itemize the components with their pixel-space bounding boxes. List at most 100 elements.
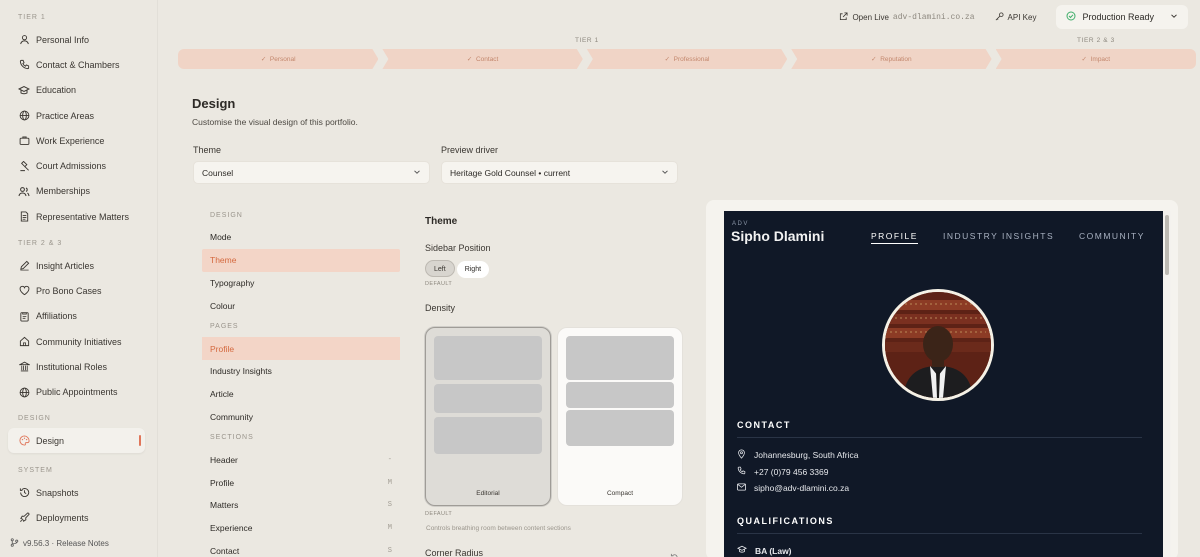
- gavel-icon: [18, 160, 30, 172]
- check-circle-icon: [1066, 11, 1076, 23]
- menu-item-contact[interactable]: Contact S: [202, 540, 400, 557]
- preview-nav-profile[interactable]: PROFILE: [871, 231, 918, 244]
- menu-item-profile-page[interactable]: Profile: [202, 337, 400, 360]
- preview-nav-community[interactable]: COMMUNITY: [1079, 231, 1145, 241]
- profile-photo: [882, 289, 994, 401]
- sidebar-item-practice-areas[interactable]: Practice Areas: [0, 103, 157, 128]
- default-badge: DEFAULT: [425, 511, 453, 517]
- contact-phone: +27 (0)79 456 3369: [737, 466, 828, 477]
- menu-item-label: Profile: [210, 343, 235, 354]
- sidebar-item-label: Community Initiatives: [36, 336, 122, 347]
- sidebar-item-label: Contact & Chambers: [36, 59, 120, 70]
- sidebar-item-representative-matters[interactable]: Representative Matters: [0, 204, 157, 229]
- sidebar-section-design: DESIGN: [18, 415, 51, 422]
- step-contact[interactable]: ✓ Contact: [382, 49, 582, 69]
- api-key-button[interactable]: API Key: [995, 11, 1036, 23]
- density-compact-card[interactable]: Compact: [557, 327, 683, 506]
- sidebar-item-community-initiatives[interactable]: Community Initiatives: [0, 329, 157, 354]
- sidebar-item-court-admissions[interactable]: Court Admissions: [0, 153, 157, 178]
- sidebar-item-work-experience[interactable]: Work Experience: [0, 128, 157, 153]
- preview-nav-insights[interactable]: INDUSTRY INSIGHTS: [943, 231, 1054, 241]
- clipboard-icon: [18, 310, 30, 322]
- phone-icon: [737, 466, 746, 477]
- menu-heading-design: DESIGN: [210, 212, 243, 219]
- sidebar-item-affiliations[interactable]: Affiliations: [0, 304, 157, 329]
- preview-name: Sipho Dlamini: [731, 228, 825, 244]
- sidebar-item-label: Affiliations: [36, 311, 77, 322]
- menu-item-label: Community: [210, 411, 253, 422]
- menu-item-header[interactable]: Header -: [202, 448, 400, 471]
- open-live-link[interactable]: Open Live adv-dlamini.co.za: [839, 11, 975, 23]
- git-branch-icon: [10, 538, 19, 549]
- sidebar-item-deployments[interactable]: Deployments: [0, 505, 157, 530]
- sidebar-item-snapshots[interactable]: Snapshots: [0, 480, 157, 505]
- step-reputation[interactable]: ✓ Reputation: [791, 49, 991, 69]
- menu-item-label: Typography: [210, 277, 255, 288]
- menu-item-label: Contact: [210, 545, 240, 556]
- menu-item-article[interactable]: Article: [202, 383, 400, 406]
- preview-driver-label: Preview driver: [441, 145, 499, 155]
- qualification-text: BA (Law): [755, 545, 792, 556]
- sidebar-item-label: Insight Articles: [36, 260, 95, 271]
- theme-value: Counsel: [202, 167, 234, 178]
- production-status-dropdown[interactable]: Production Ready: [1056, 5, 1188, 29]
- sidebar-item-label: Education: [36, 85, 77, 96]
- sidebar-section-tier23: TIER 2 & 3: [18, 240, 63, 247]
- briefcase-icon: [18, 135, 30, 147]
- sidebar-item-label: Institutional Roles: [36, 361, 108, 372]
- sidebar-item-public-appointments[interactable]: Public Appointments: [0, 379, 157, 404]
- sidebar-item-label: Deployments: [36, 512, 89, 523]
- step-personal[interactable]: ✓ Personal: [178, 49, 378, 69]
- preview-driver-select[interactable]: Heritage Gold Counsel • current: [441, 161, 678, 184]
- step-impact[interactable]: ✓ Impact: [995, 49, 1197, 69]
- sidebar-right-toggle[interactable]: Right: [456, 261, 490, 278]
- sidebar-item-label: Representative Matters: [36, 211, 130, 222]
- menu-item-community[interactable]: Community: [202, 406, 400, 429]
- sidebar-section-system: SYSTEM: [18, 467, 53, 474]
- sidebar-item-pro-bono[interactable]: Pro Bono Cases: [0, 278, 157, 303]
- sidebar-item-memberships[interactable]: Memberships: [0, 179, 157, 204]
- theme-select[interactable]: Counsel: [193, 161, 430, 184]
- menu-item-matters[interactable]: Matters S: [202, 494, 400, 517]
- step-professional[interactable]: ✓ Professional: [587, 49, 787, 69]
- compact-preview-block: [566, 382, 674, 408]
- tier23-label: TIER 2 & 3: [1077, 37, 1115, 44]
- preview-scrollbar[interactable]: [1163, 211, 1171, 557]
- qualifications-heading: QUALIFICATIONS: [737, 516, 834, 526]
- menu-item-theme[interactable]: Theme: [202, 248, 400, 272]
- menu-heading-pages: PAGES: [210, 323, 239, 331]
- options-title: Theme: [425, 216, 458, 227]
- sidebar-section-tier1: TIER 1: [18, 14, 46, 21]
- sidebar-item-contact[interactable]: Contact & Chambers: [0, 52, 157, 77]
- sidebar-item-personal-info[interactable]: Personal Info: [0, 27, 157, 52]
- globe-icon: [18, 110, 30, 122]
- theme-options-panel: Theme Sidebar Position Left Right DEFAULT…: [425, 216, 685, 313]
- menu-item-label: Header: [210, 454, 238, 465]
- menu-item-mode[interactable]: Mode: [202, 226, 400, 249]
- contact-email: sipho@adv-dlamini.co.za: [737, 483, 849, 493]
- sidebar-item-design[interactable]: Design: [8, 428, 145, 454]
- menu-item-profile-section[interactable]: Profile M: [202, 471, 400, 494]
- sidebar-item-insight-articles[interactable]: Insight Articles: [0, 253, 157, 278]
- menu-item-key: S: [387, 546, 392, 555]
- density-editorial-card[interactable]: Editorial: [425, 327, 551, 506]
- sidebar-item-education[interactable]: Education: [0, 78, 157, 103]
- sidebar-item-institutional-roles[interactable]: Institutional Roles: [0, 354, 157, 379]
- menu-item-colour[interactable]: Colour: [202, 294, 400, 317]
- reset-icon[interactable]: [670, 549, 679, 557]
- editorial-preview-block: [434, 336, 542, 380]
- user-icon: [18, 34, 30, 46]
- scrollbar-thumb[interactable]: [1165, 215, 1169, 275]
- editorial-preview-block: [434, 384, 542, 413]
- menu-item-typography[interactable]: Typography: [202, 272, 400, 295]
- palette-icon: [18, 435, 30, 447]
- menu-item-industry-insights[interactable]: Industry Insights: [202, 360, 400, 383]
- release-notes-link[interactable]: v9.56.3 · Release Notes: [10, 538, 109, 549]
- version-label: v9.56.3 · Release Notes: [23, 539, 109, 548]
- email-text: sipho@adv-dlamini.co.za: [754, 483, 850, 493]
- menu-item-experience[interactable]: Experience M: [202, 517, 400, 540]
- sidebar-left-toggle[interactable]: Left: [425, 260, 455, 277]
- rocket-icon: [18, 512, 30, 524]
- map-pin-icon: [737, 449, 746, 461]
- status-label: Production Ready: [1082, 12, 1154, 22]
